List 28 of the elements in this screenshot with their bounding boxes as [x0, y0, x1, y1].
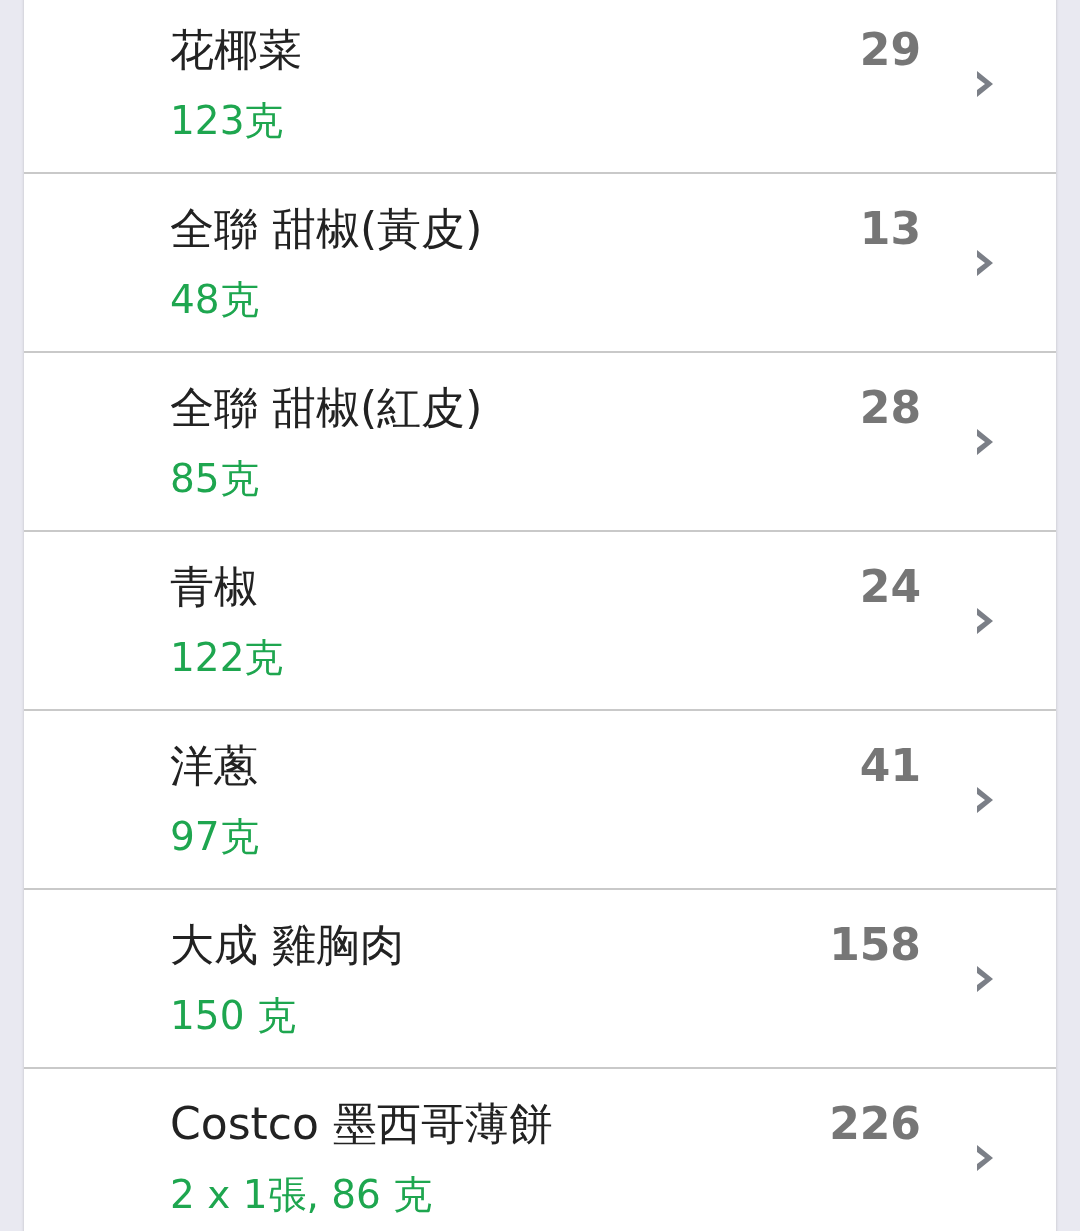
food-name: 全聯 甜椒(黃皮) [170, 202, 483, 256]
chevron-right-icon[interactable] [977, 428, 993, 455]
chevron-right-icon[interactable] [977, 249, 993, 276]
food-amount: 122克 [170, 634, 284, 682]
chevron-right-icon[interactable] [977, 786, 993, 813]
chevron-right-icon[interactable] [977, 607, 993, 634]
food-name: 洋蔥 [170, 739, 258, 793]
calorie-count: 29 [859, 23, 921, 77]
calorie-count: 226 [829, 1097, 921, 1151]
calorie-count: 24 [859, 560, 921, 614]
food-name: 青椒 [170, 560, 258, 614]
chevron-right-icon[interactable] [977, 70, 993, 97]
food-name: Costco 墨西哥薄餅 [170, 1097, 553, 1151]
calorie-count: 41 [859, 739, 921, 793]
chevron-right-icon[interactable] [977, 965, 993, 992]
food-amount: 97克 [170, 813, 259, 861]
food-name: 全聯 甜椒(紅皮) [170, 381, 483, 435]
calorie-count: 28 [859, 381, 921, 435]
food-amount: 2 x 1張, 86 克 [170, 1171, 433, 1219]
food-name: 大成 雞胸肉 [170, 918, 404, 972]
food-amount: 150 克 [170, 992, 296, 1040]
calorie-count: 13 [859, 202, 921, 256]
food-amount: 123克 [170, 97, 284, 145]
food-amount: 85克 [170, 455, 259, 503]
food-amount: 48克 [170, 276, 259, 324]
chevron-right-icon[interactable] [977, 1144, 993, 1171]
calorie-count: 158 [829, 918, 921, 972]
food-name: 花椰菜 [170, 23, 302, 77]
